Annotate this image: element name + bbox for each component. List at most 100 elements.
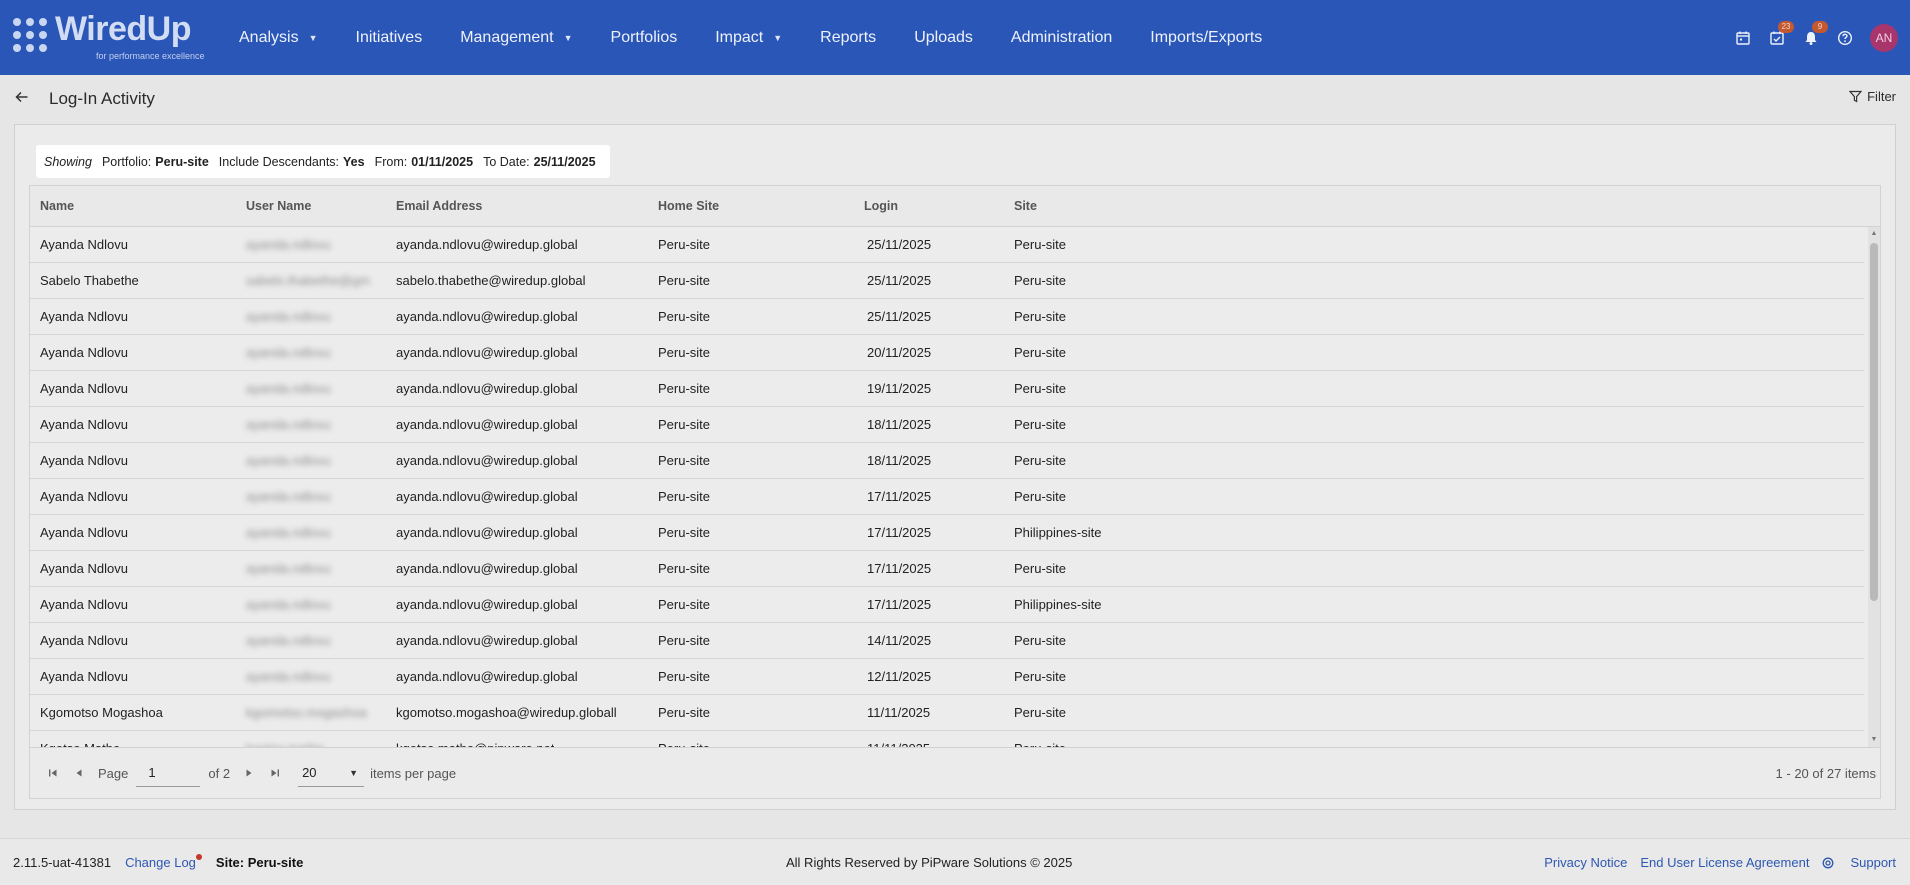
grid-scrollbar[interactable]: ▲ ▼	[1868, 227, 1880, 747]
activity-card: Showing Portfolio: Peru-site Include Desc…	[14, 124, 1896, 810]
previous-page-icon[interactable]	[66, 760, 92, 786]
table-row[interactable]: Kgomotso Mogashoa kgomotso.mogashoa kgomot…	[30, 695, 1864, 731]
table-row[interactable]: Ayanda Ndlovu ayanda.ndlovu ayanda.ndlovu@…	[30, 371, 1864, 407]
cell-name: Ayanda Ndlovu	[40, 489, 128, 504]
to-date-label: To Date:	[483, 154, 530, 169]
nav-item-label: Portfolios	[610, 28, 678, 46]
logo-tagline: for performance excellence	[96, 51, 205, 61]
current-site: Site: Peru-site	[215, 855, 304, 870]
nav-item-uploads[interactable]: Uploads	[914, 29, 973, 47]
wiredup-logo[interactable]: WiredUp for performance excellence	[10, 10, 205, 62]
table-row[interactable]: Ayanda Ndlovu ayanda.ndlovu ayanda.ndlovu@…	[30, 623, 1864, 659]
cell-username: ayanda.ndlovu	[246, 561, 331, 576]
nav-item-administration[interactable]: Administration	[1011, 29, 1112, 47]
next-page-icon[interactable]	[236, 760, 262, 786]
scrollbar-thumb[interactable]	[1870, 243, 1878, 601]
cell-name: Ayanda Ndlovu	[40, 309, 128, 324]
cell-site: Philippines-site	[1014, 597, 1102, 612]
page-header: Log-In Activity Filter	[0, 75, 1910, 123]
portfolio-value: Peru-site	[155, 154, 209, 169]
column-header-home-site[interactable]: Home Site	[658, 186, 719, 227]
support-link[interactable]: Support	[1822, 855, 1896, 870]
table-row[interactable]: Ayanda Ndlovu ayanda.ndlovu ayanda.ndlovu@…	[30, 587, 1864, 623]
cell-name: Ayanda Ndlovu	[40, 237, 128, 252]
column-header-login[interactable]: Login	[864, 186, 898, 227]
cell-email: ayanda.ndlovu@wiredup.global	[396, 525, 578, 540]
table-row[interactable]: Ayanda Ndlovu ayanda.ndlovu ayanda.ndlovu@…	[30, 443, 1864, 479]
change-log-link[interactable]: Change Log	[125, 854, 202, 870]
descendants-label: Include Descendants:	[218, 154, 340, 169]
login-activity-grid: Name User Name Email Address Home Site L…	[29, 185, 1881, 799]
cell-username: ayanda.ndlovu	[246, 597, 331, 612]
cell-home-site: Peru-site	[658, 525, 711, 540]
filter-icon	[1849, 90, 1863, 103]
filter-button[interactable]: Filter	[1849, 89, 1896, 104]
column-header-email[interactable]: Email Address	[396, 186, 482, 227]
table-row[interactable]: Kgotso Mathe kgotso.mathe kgotso.mathe@pip…	[30, 731, 1864, 747]
cell-home-site: Peru-site	[658, 633, 711, 648]
first-page-icon[interactable]	[40, 760, 66, 786]
cell-name: Ayanda Ndlovu	[40, 345, 128, 360]
cell-username: kgotso.mathe	[246, 731, 324, 747]
nav-item-imports-exports[interactable]: Imports/Exports	[1150, 29, 1262, 47]
nav-item-label: Imports/Exports	[1150, 28, 1263, 46]
cell-home-site: Peru-site	[658, 705, 711, 720]
table-row[interactable]: Ayanda Ndlovu ayanda.ndlovu ayanda.ndlovu@…	[30, 335, 1864, 371]
help-icon[interactable]	[1828, 21, 1862, 55]
cell-site: Philippines-site	[1014, 525, 1102, 540]
cell-login: 19/11/2025	[867, 381, 932, 396]
cell-email: ayanda.ndlovu@wiredup.global	[396, 489, 578, 504]
nav-item-management[interactable]: Management ▼	[460, 29, 572, 47]
privacy-notice-link[interactable]: Privacy Notice	[1544, 855, 1627, 870]
notifications-badge: 9	[1812, 20, 1828, 33]
cell-login: 11/11/2025	[867, 731, 930, 747]
table-row[interactable]: Ayanda Ndlovu ayanda.ndlovu ayanda.ndlovu@…	[30, 551, 1864, 587]
nav-item-analysis[interactable]: Analysis ▼	[239, 29, 318, 47]
table-row[interactable]: Ayanda Ndlovu ayanda.ndlovu ayanda.ndlovu@…	[30, 227, 1864, 263]
logo-wordmark: WiredUp	[55, 10, 191, 48]
table-row[interactable]: Sabelo Thabethe sabelo.thabethe@gm sabelo.…	[30, 263, 1864, 299]
back-arrow-icon[interactable]	[14, 89, 34, 109]
cell-username: ayanda.ndlovu	[246, 381, 331, 396]
scroll-down-icon[interactable]: ▼	[1870, 735, 1878, 745]
last-page-icon[interactable]	[262, 760, 288, 786]
table-row[interactable]: Ayanda Ndlovu ayanda.ndlovu ayanda.ndlovu@…	[30, 515, 1864, 551]
nav-item-label: Reports	[820, 28, 877, 46]
nav-item-initiatives[interactable]: Initiatives	[356, 29, 423, 47]
nav-item-reports[interactable]: Reports	[820, 29, 876, 47]
tasks-icon[interactable]: 23	[1760, 20, 1794, 55]
table-row[interactable]: Ayanda Ndlovu ayanda.ndlovu ayanda.ndlovu@…	[30, 659, 1864, 695]
nav-item-impact[interactable]: Impact ▼	[715, 29, 782, 47]
from-label: From:	[374, 154, 408, 169]
cell-name: Ayanda Ndlovu	[40, 633, 128, 648]
nav-item-portfolios[interactable]: Portfolios	[611, 29, 678, 47]
table-row[interactable]: Ayanda Ndlovu ayanda.ndlovu ayanda.ndlovu@…	[30, 407, 1864, 443]
top-icon-group: 23 9 AN	[1726, 0, 1910, 75]
column-header-username[interactable]: User Name	[246, 186, 311, 227]
bell-icon[interactable]: 9	[1794, 20, 1828, 55]
calendar-icon[interactable]	[1726, 21, 1760, 55]
page-size-select[interactable]: 20 ▼	[298, 759, 365, 787]
column-header-name[interactable]: Name	[40, 186, 74, 227]
caret-down-icon: ▼	[563, 32, 573, 43]
cell-username: ayanda.ndlovu	[246, 345, 331, 360]
cell-home-site: Peru-site	[658, 669, 711, 684]
descendants-value: Yes	[343, 154, 365, 169]
eula-link[interactable]: End User License Agreement	[1640, 855, 1809, 870]
page-count: of 2	[208, 765, 231, 781]
cell-email: kgomotso.mogashoa@wiredup.globall	[396, 705, 617, 720]
cell-name: Ayanda Ndlovu	[40, 561, 128, 576]
cell-login: 25/11/2025	[867, 309, 932, 324]
nav-item-label: Uploads	[914, 28, 973, 46]
scroll-up-icon[interactable]: ▲	[1870, 229, 1878, 239]
cell-login: 12/11/2025	[867, 669, 932, 684]
table-row[interactable]: Ayanda Ndlovu ayanda.ndlovu ayanda.ndlovu@…	[30, 299, 1864, 335]
column-header-site[interactable]: Site	[1014, 186, 1037, 227]
nav-item-label: Analysis	[239, 28, 299, 46]
table-row[interactable]: Ayanda Ndlovu ayanda.ndlovu ayanda.ndlovu@…	[30, 479, 1864, 515]
cell-login: 18/11/2025	[867, 417, 932, 432]
cell-login: 17/11/2025	[867, 525, 932, 540]
cell-email: kgotso.mathe@pipware.net	[396, 731, 554, 747]
user-avatar[interactable]: AN	[1870, 23, 1898, 52]
page-number-input[interactable]	[136, 759, 201, 787]
